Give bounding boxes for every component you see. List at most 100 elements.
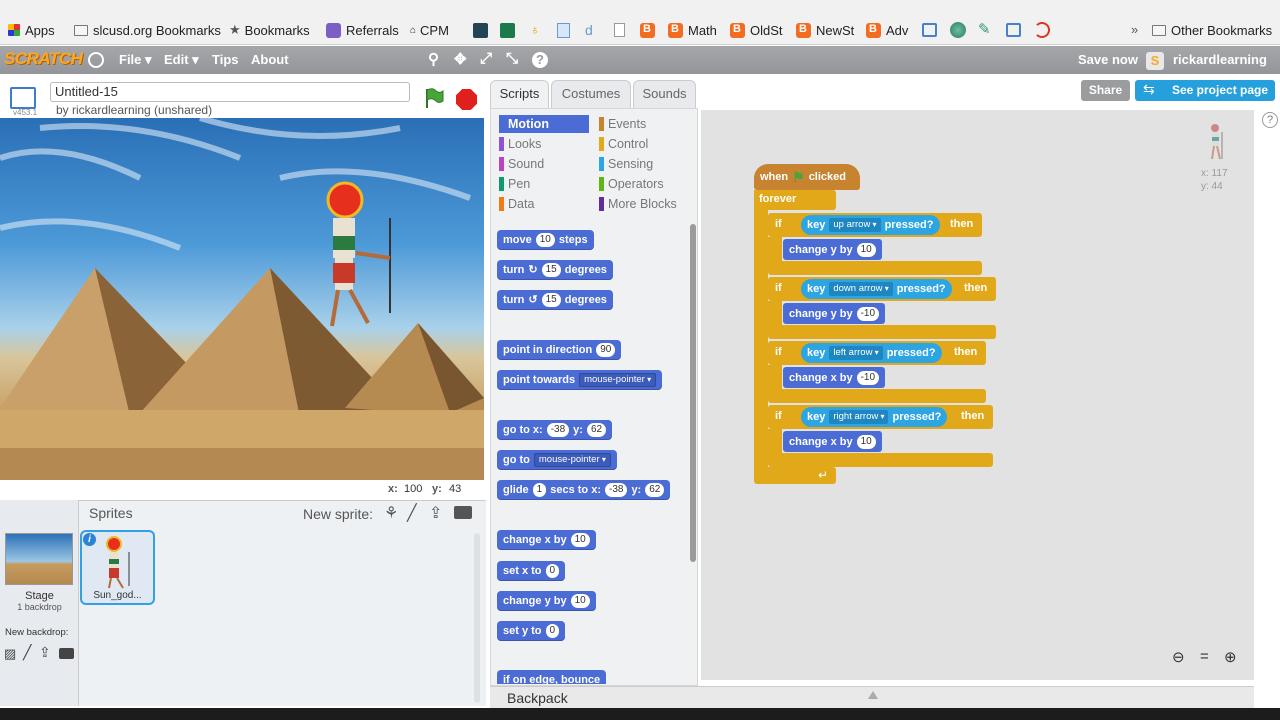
category-sensing[interactable]: Sensing <box>599 155 691 173</box>
category-motion[interactable]: Motion <box>499 115 589 133</box>
username-menu[interactable]: rickardlearning <box>1173 52 1267 67</box>
about-menu[interactable]: About <box>251 52 289 67</box>
block-glide[interactable]: glide 1 secs to x: -38 y: 62 <box>497 480 671 500</box>
shrink-icon[interactable]: ⤡ <box>506 50 518 67</box>
backpack-expand-icon[interactable] <box>868 691 878 699</box>
blogger-icon <box>866 22 881 38</box>
backdrop-camera-icon[interactable] <box>59 648 74 659</box>
category-more-blocks[interactable]: More Blocks <box>599 195 691 213</box>
help-question-icon[interactable]: ? <box>1262 112 1278 128</box>
zoom-in-icon[interactable]: ⊕ <box>1224 648 1237 666</box>
user-avatar[interactable]: S <box>1146 52 1164 70</box>
category-operators[interactable]: Operators <box>599 175 691 193</box>
tips-menu[interactable]: Tips <box>212 52 239 67</box>
bookmark-bookmarks[interactable]: ★ Bookmarks <box>229 21 310 39</box>
duplicate-stamp-icon[interactable]: ⚲ <box>428 50 439 68</box>
palette-scrollbar[interactable] <box>690 224 696 562</box>
block-change-y[interactable]: change y by 10 <box>497 591 596 611</box>
fullscreen-icon[interactable] <box>10 87 36 109</box>
block-change-x[interactable]: change x by 10 <box>497 530 596 550</box>
camera-icon[interactable] <box>454 506 472 519</box>
tab-sounds[interactable]: Sounds <box>633 80 696 108</box>
category-control[interactable]: Control <box>599 135 691 153</box>
bookmark-icon-window[interactable] <box>922 23 937 37</box>
category-sound[interactable]: Sound <box>499 155 589 173</box>
language-globe-icon[interactable] <box>88 52 104 68</box>
change-block[interactable]: change x by -10 <box>783 367 886 388</box>
backdrop-library-icon[interactable]: ▨ <box>4 646 16 662</box>
upload-sprite-icon[interactable]: ⇪ <box>429 503 442 523</box>
bookmark-newst[interactable]: NewSt <box>796 21 854 39</box>
paint-backdrop-icon[interactable]: ╱ <box>23 644 31 661</box>
bookmarks-overflow-chevron-icon[interactable]: » <box>1131 22 1138 37</box>
bookmark-icon-p[interactable] <box>473 23 488 38</box>
change-block[interactable]: change y by -10 <box>783 303 886 324</box>
edit-menu[interactable]: Edit ▾ <box>164 52 199 68</box>
stage-canvas[interactable] <box>0 118 484 480</box>
bookmark-icon-globe[interactable] <box>950 22 966 38</box>
grow-icon[interactable]: ⤢ <box>480 50 492 67</box>
change-block[interactable]: change y by 10 <box>783 239 882 260</box>
key-pressed-block[interactable]: keyright arrowpressed? <box>801 407 948 427</box>
bookmark-referrals[interactable]: Referrals <box>326 21 399 39</box>
sprite-info-icon[interactable]: i <box>83 533 96 546</box>
change-block[interactable]: change x by 10 <box>783 431 882 452</box>
tab-costumes[interactable]: Costumes <box>551 80 631 108</box>
bookmark-icon-ext2[interactable] <box>557 23 570 38</box>
category-pen[interactable]: Pen <box>499 175 589 193</box>
sprite-pane-scrollbar[interactable] <box>474 533 480 703</box>
bookmark-icon-ext3[interactable]: d <box>585 22 597 38</box>
file-menu[interactable]: File ▾ <box>119 52 152 68</box>
block-set-y[interactable]: set y to 0 <box>497 621 566 641</box>
zoom-reset-icon[interactable]: = <box>1200 648 1209 665</box>
choose-sprite-library-icon[interactable]: ⚘ <box>384 503 398 523</box>
block-go-to[interactable]: go to mouse-pointer <box>497 450 617 470</box>
key-pressed-block[interactable]: keydown arrowpressed? <box>801 279 952 299</box>
rotate-cw-icon: ↻ <box>528 264 538 276</box>
see-project-page-button[interactable]: See project page <box>1135 80 1275 101</box>
upload-backdrop-icon[interactable]: ⇪ <box>39 644 51 661</box>
scratch-logo[interactable]: SCRATCH <box>4 49 83 71</box>
bookmark-icon-red[interactable] <box>1034 22 1050 38</box>
block-set-x[interactable]: set x to 0 <box>497 561 566 581</box>
bookmark-oldst[interactable]: OldSt <box>730 21 783 39</box>
share-button[interactable]: Share <box>1081 80 1130 101</box>
when-flag-clicked-block[interactable]: when ⚑ clicked <box>754 164 860 190</box>
bookmark-icon-classroom[interactable] <box>500 23 515 38</box>
key-pressed-block[interactable]: keyup arrowpressed? <box>801 215 940 235</box>
bookmark-icon-doc[interactable] <box>614 23 625 37</box>
block-turn-counterclockwise[interactable]: turn ↺ 15 degrees <box>497 290 613 310</box>
bookmark-other[interactable]: Other Bookmarks <box>1152 21 1272 39</box>
stage-thumbnail[interactable] <box>5 533 73 585</box>
block-go-to-xy[interactable]: go to x: -38 y: 62 <box>497 420 613 440</box>
block-move-steps[interactable]: move 10 steps <box>497 230 594 250</box>
tab-scripts[interactable]: Scripts <box>490 80 549 108</box>
bookmark-icon-pencil[interactable]: ✎ <box>978 20 991 38</box>
if-foot <box>768 389 986 403</box>
bookmark-icon-ext1[interactable]: ♁ <box>530 22 542 38</box>
block-point-in-direction[interactable]: point in direction 90 <box>497 340 622 360</box>
save-now-link[interactable]: Save now <box>1078 52 1138 67</box>
sprite-tile-sun-god[interactable]: i Sun_god... <box>80 530 155 605</box>
bookmark-cpm[interactable]: ⌂ CPM <box>410 21 449 39</box>
bookmark-adv[interactable]: Adv <box>866 21 908 39</box>
key-pressed-block[interactable]: keyleft arrowpressed? <box>801 343 942 363</box>
block-if-on-edge-bounce[interactable]: if on edge, bounce <box>497 670 607 684</box>
paint-sprite-icon[interactable]: ╱ <box>407 503 417 523</box>
category-data[interactable]: Data <box>499 195 589 213</box>
new-sprite-label: New sprite: <box>303 506 374 522</box>
blogger-icon-1[interactable] <box>640 23 660 41</box>
block-point-towards[interactable]: point towards mouse-pointer <box>497 370 663 390</box>
bookmark-icon-window-2[interactable] <box>1006 23 1021 37</box>
cut-icon[interactable]: ✥ <box>454 50 467 68</box>
project-title-input[interactable]: Untitled-15 <box>50 82 410 102</box>
block-turn-clockwise[interactable]: turn ↻ 15 degrees <box>497 260 613 280</box>
category-events[interactable]: Events <box>599 115 691 133</box>
green-flag-icon[interactable] <box>424 87 444 109</box>
bookmark-folder-slcusd[interactable]: slcusd.org Bookmarks <box>74 21 221 39</box>
zoom-out-icon[interactable]: ⊖ <box>1172 648 1185 666</box>
help-icon[interactable]: ? <box>532 52 548 68</box>
category-looks[interactable]: Looks <box>499 135 589 153</box>
bookmark-apps[interactable]: Apps <box>8 21 55 39</box>
bookmark-math[interactable]: Math <box>668 21 717 39</box>
